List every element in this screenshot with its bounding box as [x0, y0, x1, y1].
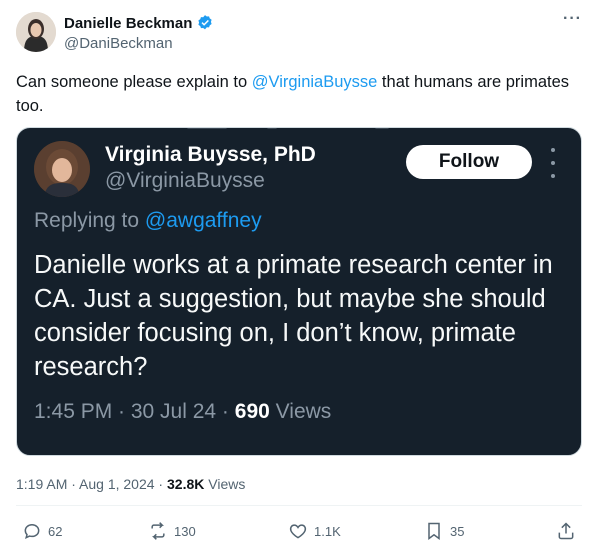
repost-button[interactable]: 130 — [148, 521, 196, 541]
reply-count: 62 — [48, 523, 63, 539]
replying-to-handle: @awgaffney — [144, 209, 262, 232]
embedded-display-name: Virginia Buysse, PhD — [105, 143, 316, 166]
avatar[interactable] — [16, 12, 56, 52]
tweet-views-count: 32.8K — [167, 476, 205, 492]
divider — [16, 505, 582, 506]
replying-to: Replying to @awgaffney — [34, 209, 262, 233]
tweet-text: Can someone please explain to @VirginiaB… — [16, 70, 582, 118]
embedded-meta: 1:45 PM · 30 Jul 24 · 690 Views — [34, 400, 331, 424]
tweet-views-label: Views — [204, 476, 246, 492]
tweet-mention-link[interactable]: @VirginiaBuysse — [252, 73, 378, 91]
bookmark-count: 35 — [450, 523, 465, 539]
tweet-meta: 1:19 AM · Aug 1, 2024 · 32.8K Views — [16, 476, 245, 492]
embedded-views-count: 690 — [234, 400, 270, 423]
bookmark-icon — [428, 522, 440, 540]
follow-button: Follow — [406, 145, 532, 179]
author-display-name[interactable]: Danielle Beckman — [64, 15, 192, 32]
author-handle[interactable]: @DaniBeckman — [64, 35, 173, 52]
heart-icon — [289, 524, 307, 539]
repost-count: 130 — [174, 523, 196, 539]
tweet-text-before: Can someone please explain to — [16, 73, 252, 91]
reply-button[interactable]: 62 — [22, 521, 62, 541]
embedded-avatar — [34, 141, 90, 197]
reply-icon — [24, 523, 40, 540]
share-icon — [558, 522, 574, 540]
replying-prefix: Replying to — [34, 209, 145, 232]
more-options-icon[interactable]: ··· — [563, 10, 582, 28]
repost-icon — [151, 522, 165, 540]
embedded-time: 1:45 PM · 30 Jul 24 · — [34, 400, 235, 423]
verified-badge-icon — [198, 15, 213, 30]
tweet-timestamp[interactable]: 1:19 AM · Aug 1, 2024 · — [16, 476, 167, 492]
like-button[interactable]: 1.1K — [288, 521, 341, 541]
like-count: 1.1K — [314, 523, 341, 539]
embedded-body-text: Danielle works at a primate research cen… — [34, 251, 553, 381]
cropped-text-fragment — [187, 128, 389, 129]
embedded-handle: @VirginiaBuysse — [105, 169, 265, 192]
embedded-views-label: Views — [269, 400, 332, 423]
bookmark-button[interactable]: 35 — [424, 521, 464, 541]
embedded-tweet-image[interactable]: Virginia Buysse, PhD @VirginiaBuysse Fol… — [16, 127, 582, 456]
share-button[interactable] — [556, 521, 576, 541]
action-bar: 62 130 1.1K 35 — [16, 521, 582, 545]
embedded-more-icon — [550, 148, 556, 178]
